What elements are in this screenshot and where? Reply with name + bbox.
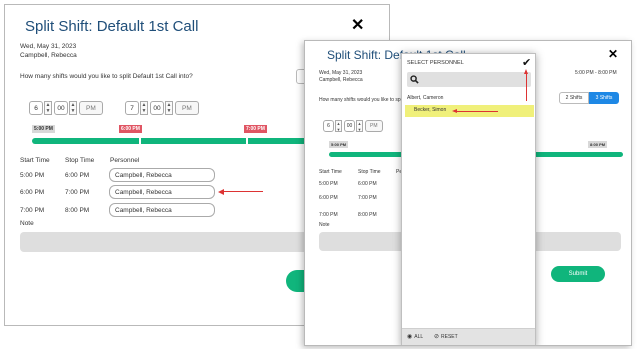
row-2-stop: 7:00 PM	[65, 189, 90, 196]
hour-field[interactable]: 6	[323, 120, 334, 132]
radio-icon: ◉	[407, 334, 413, 340]
minute-stepper[interactable]: ▲ ▼	[356, 120, 363, 132]
hour-stepper[interactable]: ▲ ▼	[140, 101, 148, 115]
row-1-start: 5:00 PM	[20, 172, 45, 179]
split-time[interactable]: 6 ▲ ▼ 00 ▲ ▼ PM	[323, 120, 383, 132]
shift-date: Wed, May 31, 2023	[20, 43, 77, 50]
timeline-label-start: 5:00 PM	[32, 125, 55, 133]
personnel-field-1[interactable]: Campbell, Rebecca	[109, 168, 215, 182]
hour-field[interactable]: 6	[29, 101, 43, 115]
timeline-split-marker-1[interactable]	[139, 137, 141, 145]
split-time-1[interactable]: 6 ▲ ▼ 00 ▲ ▼ PM	[29, 101, 103, 115]
shift-person: Campbell, Rebecca	[20, 52, 77, 59]
hour-stepper[interactable]: ▲ ▼	[44, 101, 52, 115]
row-3-stop: 8:00 PM	[65, 207, 90, 214]
reset-label: RESET	[441, 333, 458, 340]
annotation-arrow-head	[452, 109, 457, 113]
select-personnel-popup: SELECT PERSONNEL ✔ Albert, Cameron Becke…	[401, 53, 536, 345]
split-shift-dialog-front: Split Shift: Default 1st Call ✕ Wed, May…	[304, 40, 632, 346]
confirm-check-icon[interactable]: ✔	[522, 56, 531, 69]
note-label: Note	[319, 222, 330, 228]
minute-stepper[interactable]: ▲ ▼	[165, 101, 173, 115]
row-2-start: 6:00 PM	[319, 195, 338, 201]
row-3-stop: 8:00 PM	[358, 212, 377, 218]
row-1-stop: 6:00 PM	[358, 181, 377, 187]
minute-field[interactable]: 00	[344, 120, 355, 132]
minute-field[interactable]: 00	[150, 101, 164, 115]
row-2-stop: 7:00 PM	[358, 195, 377, 201]
timeline-label-end: 8:00 PM	[588, 141, 608, 148]
reset-button[interactable]: ⊘ RESET	[434, 333, 458, 341]
header-personnel: Personnel	[110, 157, 140, 164]
all-label: ALL	[414, 333, 424, 340]
header-start-time: Start Time	[319, 169, 342, 175]
personnel-field-3[interactable]: Campbell, Rebecca	[109, 203, 215, 217]
select-personnel-footer: ◉ ALL ⊘ RESET	[402, 328, 535, 345]
row-1-stop: 6:00 PM	[65, 172, 90, 179]
row-3-start: 7:00 PM	[319, 212, 338, 218]
minute-stepper[interactable]: ▲ ▼	[69, 101, 77, 115]
split-question: How many shifts would you like to split …	[20, 73, 193, 80]
select-personnel-header: SELECT PERSONNEL	[407, 60, 464, 66]
shift-date: Wed, May 31, 2023	[319, 70, 363, 76]
timeline-label-split-1: 6:00 PM	[119, 125, 142, 133]
hour-field[interactable]: 7	[125, 101, 139, 115]
personnel-search-input[interactable]	[407, 72, 531, 87]
header-start-time: Start Time	[20, 157, 50, 164]
ampm-toggle[interactable]: PM	[79, 101, 103, 115]
header-stop-time: Stop Time	[358, 169, 381, 175]
annotation-arrow-up-line	[526, 74, 527, 101]
shift-person: Campbell, Rebecca	[319, 77, 363, 83]
ampm-toggle[interactable]: PM	[365, 120, 383, 132]
note-label: Note	[20, 220, 34, 227]
submit-button[interactable]: Submit	[551, 266, 605, 282]
annotation-arrow-line	[456, 111, 498, 112]
dialog-title: Split Shift: Default 1st Call	[25, 18, 199, 35]
all-button[interactable]: ◉ ALL	[407, 333, 424, 341]
personnel-field-2[interactable]: Campbell, Rebecca	[109, 185, 215, 199]
personnel-option-2[interactable]: Becker, Simon	[414, 107, 446, 113]
row-2-start: 6:00 PM	[20, 189, 45, 196]
search-icon	[410, 75, 419, 84]
toggle-3-shifts[interactable]: 3 Shifts	[589, 92, 619, 104]
timeline-label-start: 5:00 PM	[329, 141, 349, 148]
annotation-arrow-head	[218, 189, 224, 195]
annotation-arrow-up-head	[524, 69, 528, 74]
minute-field[interactable]: 00	[54, 101, 68, 115]
row-3-start: 7:00 PM	[20, 207, 45, 214]
close-icon[interactable]: ✕	[351, 15, 364, 35]
row-1-start: 5:00 PM	[319, 181, 338, 187]
timeline-label-split-2: 7:00 PM	[244, 125, 267, 133]
personnel-option-1[interactable]: Albert, Cameron	[407, 95, 443, 101]
hour-stepper[interactable]: ▲ ▼	[335, 120, 342, 132]
annotation-arrow-line	[223, 191, 263, 192]
header-stop-time: Stop Time	[65, 157, 95, 164]
split-time-2[interactable]: 7 ▲ ▼ 00 ▲ ▼ PM	[125, 101, 199, 115]
close-icon[interactable]: ✕	[608, 47, 618, 61]
time-range: 5:00 PM - 8:00 PM	[575, 70, 617, 76]
ampm-toggle[interactable]: PM	[175, 101, 199, 115]
timeline-split-marker-2[interactable]	[246, 137, 248, 145]
ban-icon: ⊘	[434, 334, 440, 340]
toggle-2-shifts[interactable]: 2 Shifts	[559, 92, 589, 104]
